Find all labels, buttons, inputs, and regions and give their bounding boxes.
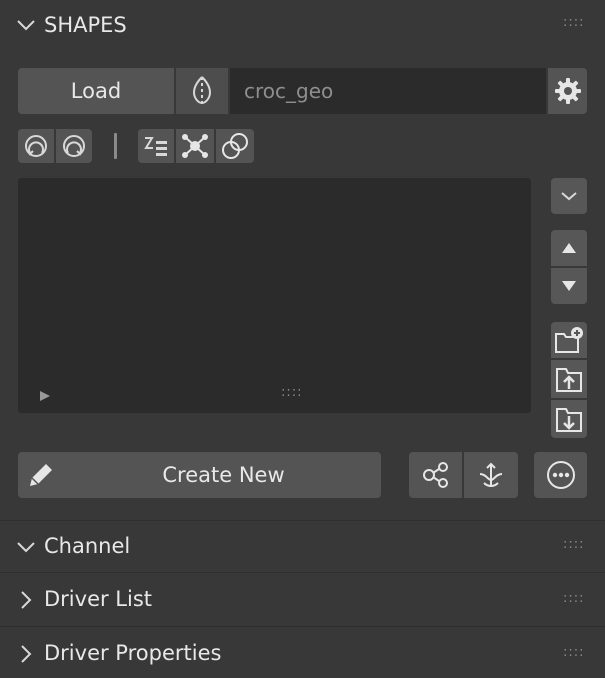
mirror-icon (193, 76, 211, 105)
pencil-icon (30, 464, 52, 486)
rotate-right-icon (63, 135, 85, 157)
share-button[interactable] (409, 452, 462, 498)
remove-from-group-button[interactable] (551, 400, 587, 438)
nodes-icon (182, 134, 208, 158)
connect-button[interactable] (176, 129, 214, 163)
panel-title: SHAPES (44, 13, 127, 37)
drag-grip-icon[interactable]: :::: (563, 645, 585, 660)
specials-menu-button[interactable] (551, 178, 587, 214)
filter-expand-icon[interactable] (38, 390, 52, 402)
triangle-down-icon (562, 281, 576, 291)
folder-down-icon (556, 408, 582, 432)
circles-icon (222, 133, 248, 159)
folder-up-icon (556, 368, 582, 392)
chevron-down-icon (17, 542, 35, 553)
chevron-right-icon (21, 645, 32, 663)
shapes-list[interactable]: :::: (18, 178, 531, 413)
rotate-left-button[interactable] (18, 129, 54, 163)
load-label: Load (70, 79, 122, 103)
deform-button[interactable] (464, 452, 518, 498)
new-group-button[interactable] (551, 322, 587, 358)
chevron-down-icon (17, 20, 35, 31)
create-new-label: Create New (162, 463, 285, 487)
settings-button[interactable] (548, 68, 587, 114)
channel-label: Channel (44, 534, 131, 558)
move-down-button[interactable] (551, 268, 587, 304)
move-to-group-button[interactable] (551, 360, 587, 398)
folder-add-icon (555, 327, 583, 353)
chevron-down-icon (561, 192, 577, 201)
rotate-right-button[interactable] (56, 129, 92, 163)
sort-button[interactable] (138, 129, 174, 163)
share-icon (422, 462, 448, 488)
combine-button[interactable] (216, 129, 254, 163)
toolbar-separator (114, 133, 117, 159)
shapes-panel-header[interactable]: SHAPES :::: (0, 0, 605, 52)
create-new-button[interactable]: Create New (18, 452, 381, 498)
deform-icon (479, 462, 503, 487)
driver-list-panel-header[interactable]: Driver List :::: (0, 573, 605, 625)
geo-name-field[interactable]: croc_geo (230, 68, 546, 114)
mirror-toggle-button[interactable] (176, 68, 228, 114)
channel-panel-header[interactable]: Channel :::: (0, 521, 605, 571)
gear-icon (554, 78, 581, 104)
chevron-right-icon (21, 591, 32, 609)
driver-properties-panel-header[interactable]: Driver Properties :::: (0, 627, 605, 678)
drag-grip-icon[interactable]: :::: (563, 537, 585, 552)
ellipsis-circle-icon (546, 461, 575, 489)
sort-icon (144, 137, 167, 156)
more-options-button[interactable] (534, 452, 587, 498)
move-up-button[interactable] (551, 230, 587, 266)
rotate-left-icon (25, 135, 47, 157)
geo-name-value: croc_geo (244, 79, 334, 103)
triangle-up-icon (562, 243, 576, 253)
drag-grip-icon[interactable]: :::: (563, 15, 585, 30)
load-button[interactable]: Load (18, 68, 174, 114)
drag-grip-icon[interactable]: :::: (563, 591, 585, 606)
list-resize-grip[interactable]: :::: (281, 385, 303, 400)
driver-list-label: Driver List (44, 587, 153, 611)
driver-properties-label: Driver Properties (44, 641, 222, 665)
